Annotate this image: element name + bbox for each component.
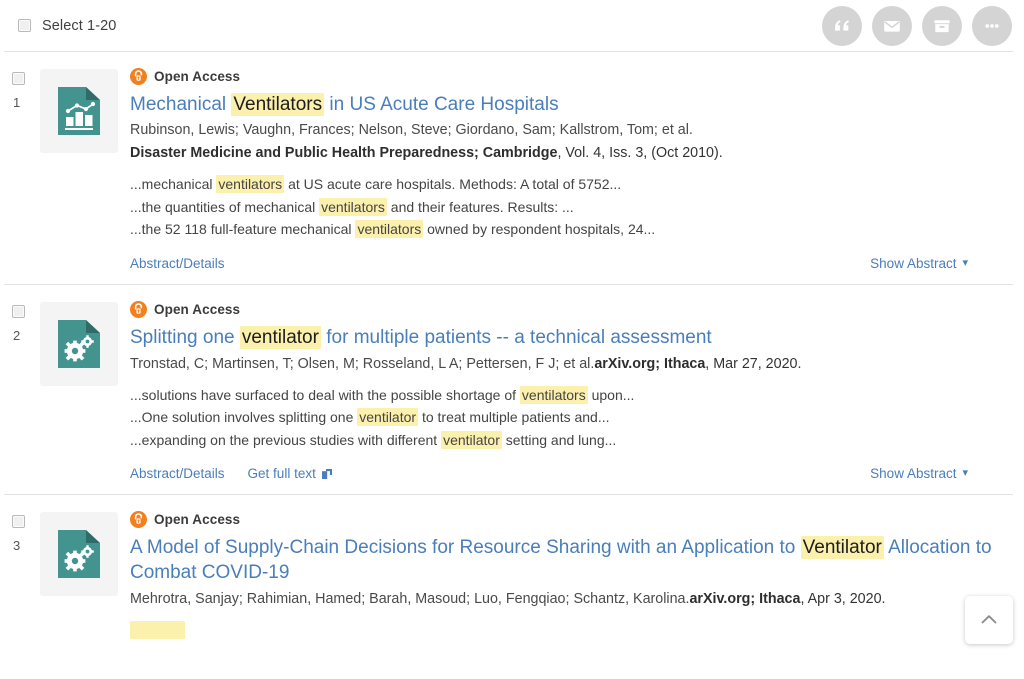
abstract-details-link[interactable]: Abstract/Details xyxy=(130,256,225,271)
open-access-icon xyxy=(130,300,147,318)
file-box-icon xyxy=(934,19,950,32)
chevron-down-icon: ▾ xyxy=(962,467,968,479)
toolbar-actions xyxy=(822,5,1012,46)
result-thumbnail[interactable] xyxy=(40,512,118,596)
result-publication-detail: , Vol. 4, Iss. 3, (Oct 2010). xyxy=(557,145,723,161)
result-authors: Rubinson, Lewis; Vaughn, Frances; Nelson… xyxy=(130,122,693,138)
result-select-column: 1 xyxy=(12,68,40,271)
result-body: Open Access Splitting one ventilator for… xyxy=(126,300,1012,481)
document-gears-icon xyxy=(58,530,100,578)
cite-button[interactable] xyxy=(822,5,862,46)
external-link-icon xyxy=(321,468,332,479)
result-title-text: Mechanical Ventilators in US Acute Care … xyxy=(130,93,559,116)
document-gears-icon xyxy=(58,319,100,368)
get-full-text-label: Get full text xyxy=(247,466,316,481)
search-term-highlight: ventilators xyxy=(355,220,424,238)
result-snippet: ...mechanical ventilators at US acute ca… xyxy=(130,175,622,193)
result-authors-publication: Mehrotra, Sanjay; Rahimian, Hamed; Barah… xyxy=(130,588,1004,610)
result-actions: Abstract/Details Get full text Show Abst… xyxy=(130,466,1004,481)
result-publication-name: Disaster Medicine and Public Health Prep… xyxy=(130,145,558,161)
open-access-badge: Open Access xyxy=(130,300,1004,318)
search-term-highlight: ventilators xyxy=(519,385,588,404)
result-snippets: ...solutions have surfaced to deal with … xyxy=(130,384,1004,452)
result-snippet: ...solutions have surfaced to deal with … xyxy=(130,385,635,404)
open-access-icon xyxy=(130,511,147,528)
result-thumbnail-column xyxy=(40,301,126,482)
snippet-highlight xyxy=(130,621,185,639)
result-title[interactable]: Splitting one ventilator for multiple pa… xyxy=(130,325,1004,350)
result-number: 1 xyxy=(13,95,21,110)
open-access-icon xyxy=(130,68,147,85)
result-thumbnail-column xyxy=(40,511,126,642)
result-actions-right: Show Abstract ▾ xyxy=(870,256,1004,271)
search-term-highlight: ventilators xyxy=(319,197,387,216)
result-title[interactable]: A Model of Supply-Chain Decisions for Re… xyxy=(130,535,1004,585)
open-access-label: Open Access xyxy=(154,301,241,317)
result-title-text: Splitting one ventilator for multiple pa… xyxy=(130,325,712,349)
result-snippet: ...expanding on the previous studies wit… xyxy=(130,430,617,449)
result-publication: Disaster Medicine and Public Health Prep… xyxy=(130,142,1004,164)
result-body: Open Access Mechanical Ventilators in US… xyxy=(126,68,1012,271)
search-term-highlight: Ventilator xyxy=(800,536,884,559)
select-all-control[interactable]: Select 1-20 xyxy=(18,18,116,34)
result-publication-name: arXiv.org; Ithaca xyxy=(689,591,801,607)
search-term-highlight: ventilator xyxy=(239,325,321,349)
search-term-highlight: Ventilators xyxy=(231,93,325,116)
result-publication-name: arXiv.org; Ithaca xyxy=(594,355,706,372)
result-snippets: ...mechanical ventilators at US acute ca… xyxy=(130,173,1004,241)
result-snippet-truncated xyxy=(130,619,1004,642)
result-item-3: 3 Open Access A Model of Supply-Chain De… xyxy=(0,495,1024,655)
result-item-1: 1 Open Access Mechanical Ventilators in … xyxy=(0,52,1024,284)
result-title[interactable]: Mechanical Ventilators in US Acute Care … xyxy=(130,92,1004,117)
quote-icon xyxy=(835,19,849,31)
get-full-text-link[interactable]: Get full text xyxy=(248,466,333,481)
result-checkbox[interactable] xyxy=(12,515,25,528)
more-button[interactable] xyxy=(972,5,1012,46)
search-term-highlight: ventilator xyxy=(441,430,502,449)
result-snippets xyxy=(130,619,1004,642)
result-snippet: ...the quantities of mechanical ventilat… xyxy=(130,197,574,216)
search-term-highlight: ventilator xyxy=(357,408,419,426)
result-thumbnail[interactable] xyxy=(40,69,118,153)
abstract-details-link[interactable]: Abstract/Details xyxy=(130,466,225,481)
search-term-highlight: ventilators xyxy=(216,175,285,193)
result-snippet: ...the 52 118 full-feature mechanical ve… xyxy=(130,220,656,238)
open-access-badge: Open Access xyxy=(130,68,1004,85)
scroll-to-top-button[interactable] xyxy=(965,596,1013,644)
ellipsis-icon xyxy=(985,23,999,28)
open-access-label: Open Access xyxy=(154,512,241,527)
result-checkbox[interactable] xyxy=(12,72,25,85)
chevron-up-icon xyxy=(981,615,997,624)
result-thumbnail-column xyxy=(40,68,126,271)
show-abstract-link[interactable]: Show Abstract xyxy=(870,466,956,481)
envelope-icon xyxy=(884,20,900,32)
results-toolbar: Select 1-20 xyxy=(0,0,1024,51)
result-publication-detail: , Mar 27, 2020. xyxy=(705,355,802,372)
result-authors-publication: Tronstad, C; Martinsen, T; Olsen, M; Ros… xyxy=(130,353,1004,375)
result-thumbnail[interactable] xyxy=(40,301,118,386)
result-select-column: 2 xyxy=(12,301,40,482)
result-actions: Abstract/Details Show Abstract ▾ xyxy=(130,256,1004,271)
email-button[interactable] xyxy=(872,5,912,46)
result-authors: Mehrotra, Sanjay; Rahimian, Hamed; Barah… xyxy=(130,591,690,607)
document-bar-chart-icon xyxy=(58,87,100,135)
result-item-2: 2 Open Access Splitting one ventilator f… xyxy=(0,285,1024,495)
result-select-column: 3 xyxy=(12,511,40,642)
select-all-checkbox[interactable] xyxy=(18,19,31,32)
open-access-label: Open Access xyxy=(154,69,241,84)
select-all-label: Select 1-20 xyxy=(42,17,117,34)
result-title-text: A Model of Supply-Chain Decisions for Re… xyxy=(130,536,992,583)
result-publication-detail: , Apr 3, 2020. xyxy=(800,591,886,607)
result-actions-right: Show Abstract ▾ xyxy=(870,466,1004,481)
result-number: 3 xyxy=(13,538,21,553)
chevron-down-icon: ▾ xyxy=(962,256,968,269)
result-number: 2 xyxy=(13,327,21,343)
show-abstract-link[interactable]: Show Abstract xyxy=(870,256,956,271)
result-authors: Tronstad, C; Martinsen, T; Olsen, M; Ros… xyxy=(130,355,595,372)
result-checkbox[interactable] xyxy=(12,304,25,318)
open-access-badge: Open Access xyxy=(130,511,1004,528)
save-button[interactable] xyxy=(922,5,962,46)
result-snippet: ...One solution involves splitting one v… xyxy=(130,408,610,426)
result-body: Open Access A Model of Supply-Chain Deci… xyxy=(126,511,1012,642)
